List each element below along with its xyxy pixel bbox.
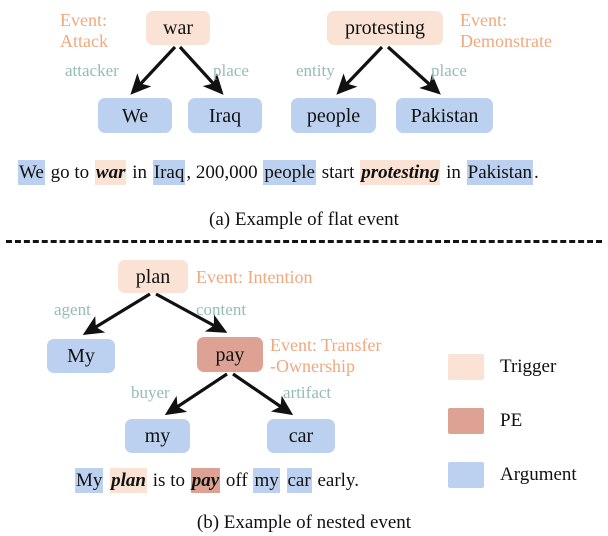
role-label-content: content xyxy=(196,300,247,319)
role-label-agent: agent xyxy=(54,300,91,319)
figure-root: Event: Attack Event: Demonstrate war pro… xyxy=(0,0,608,536)
node-argument-car[interactable]: car xyxy=(267,419,335,453)
legend-label: Argument xyxy=(500,464,577,485)
node-argument-people[interactable]: people xyxy=(291,98,376,133)
panel-a-sentence: We go to war in Iraq, 200,000 people sta… xyxy=(18,160,540,185)
legend-row: PE xyxy=(448,394,598,448)
sentence-token-trigger: plan xyxy=(110,468,148,493)
sentence-token-arg: Pakistan xyxy=(466,160,534,185)
node-argument-my-buyer[interactable]: my xyxy=(125,419,190,453)
legend-row: Trigger xyxy=(448,340,598,394)
sentence-token-trigger: war xyxy=(94,160,127,185)
sentence-token: . xyxy=(534,162,539,183)
role-label-attacker: attacker xyxy=(65,61,119,80)
sentence-token-arg: We xyxy=(18,160,45,185)
sentence-token-arg: my xyxy=(253,468,280,493)
event-type-label-intention: Event: Intention xyxy=(196,267,313,287)
sentence-token: , 200,000 xyxy=(186,162,263,183)
sentence-token-arg: Iraq xyxy=(152,160,186,185)
legend-swatch-trigger xyxy=(448,354,484,380)
sentence-token-arg: My xyxy=(75,468,104,493)
sentence-token: is to xyxy=(148,470,190,491)
sentence-token: off xyxy=(221,470,253,491)
legend-label: PE xyxy=(500,410,523,431)
sentence-token-trigger: protesting xyxy=(360,160,441,185)
node-pe-pay[interactable]: pay xyxy=(197,337,263,372)
sentence-token: in xyxy=(127,162,152,183)
node-argument-pakistan[interactable]: Pakistan xyxy=(396,98,493,133)
node-argument-my-agent[interactable]: My xyxy=(47,339,115,373)
sentence-token xyxy=(280,468,287,493)
event-type-label-demonstrate: Event: Demonstrate xyxy=(460,10,552,52)
sentence-token: early. xyxy=(312,470,359,491)
legend: Trigger PE Argument xyxy=(448,340,598,502)
legend-row: Argument xyxy=(448,448,598,502)
panel-a-caption: (a) Example of flat event xyxy=(209,209,399,230)
sentence-token: in xyxy=(441,162,466,183)
node-trigger-war[interactable]: war xyxy=(146,11,210,45)
panel-divider xyxy=(6,240,602,243)
legend-swatch-pe xyxy=(448,408,484,434)
panel-b-sentence: My plan is to pay off my car early. xyxy=(75,468,360,493)
role-label-artifact: artifact xyxy=(283,383,332,402)
sentence-token-arg: car xyxy=(286,468,312,493)
node-trigger-plan[interactable]: plan xyxy=(118,260,188,293)
sentence-token: start xyxy=(317,162,360,183)
role-label-place-iraq: place xyxy=(213,61,249,80)
role-label-place-pakistan: place xyxy=(431,61,467,80)
role-label-entity: entity xyxy=(296,61,335,80)
sentence-token: go to xyxy=(45,162,94,183)
role-label-buyer: buyer xyxy=(131,383,170,402)
event-type-label-transfer-ownership: Event: Transfer -Ownership xyxy=(270,335,382,377)
panel-b-caption: (b) Example of nested event xyxy=(196,512,412,533)
node-trigger-protesting[interactable]: protesting xyxy=(327,11,443,45)
legend-swatch-argument xyxy=(448,462,484,488)
legend-label: Trigger xyxy=(500,356,557,377)
sentence-token-pe: pay xyxy=(190,468,221,493)
node-argument-we[interactable]: We xyxy=(98,98,172,133)
event-type-label-attack: Event: Attack xyxy=(60,10,108,52)
node-argument-iraq[interactable]: Iraq xyxy=(188,98,262,133)
sentence-token-arg: people xyxy=(263,160,316,185)
